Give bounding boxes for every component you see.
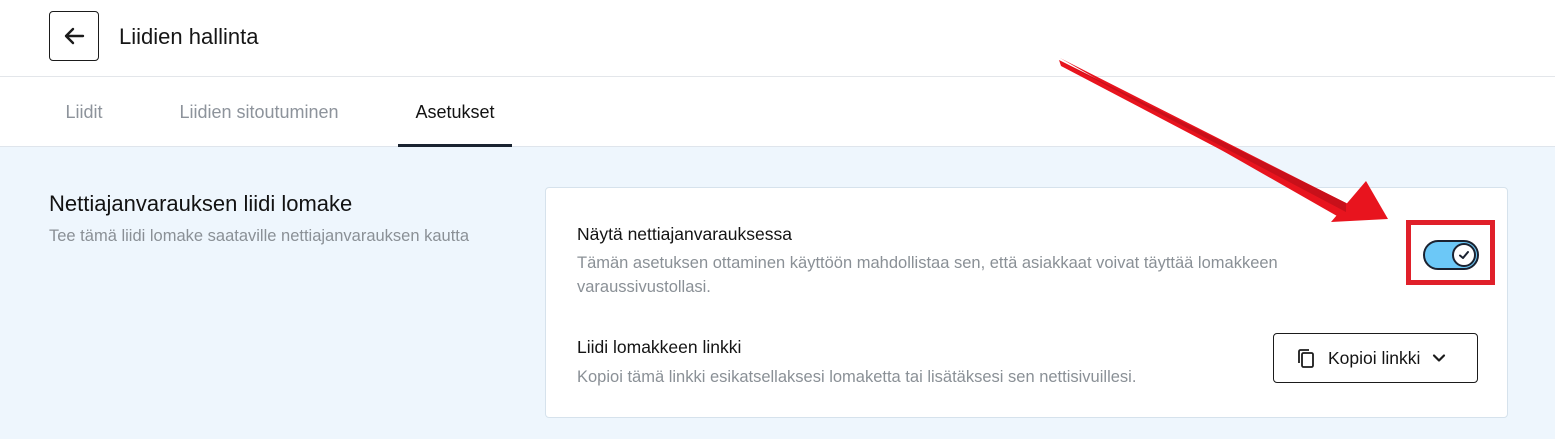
section-title: Nettiajanvarauksen liidi lomake [49,191,353,216]
form-link-title: Liidi lomakkeen linkki [577,337,742,357]
copy-icon [1298,349,1314,368]
section-description: Tee tämä liidi lomake saataville nettiaj… [49,227,470,245]
arrow-left-icon [64,27,85,45]
tab-asetukset[interactable]: Asetukset [398,77,512,147]
copy-link-label: Kopioi linkki [1328,347,1421,368]
settings-content: Nettiajanvarauksen liidi lomake Tee tämä… [0,147,1555,439]
show-in-booking-title: Näytä nettiajanvarauksessa [577,224,792,244]
show-in-booking-description: Tämän asetuksen ottaminen käyttöön mahdo… [577,254,1278,296]
settings-card: Näytä nettiajanvarauksessa Tämän asetuks… [545,187,1508,418]
tab-liidien-sitoutuminen[interactable]: Liidien sitoutuminen [166,77,352,147]
back-button[interactable] [49,11,99,61]
tab-bar: Liidit Liidien sitoutuminen Asetukset [0,77,1555,147]
chevron-down-icon[interactable] [1432,353,1446,363]
tab-liidit[interactable]: Liidit [49,77,119,147]
top-bar: Liidien hallinta [0,0,1555,77]
annotation-highlight-box [1406,220,1495,285]
form-link-description: Kopioi tämä linkki esikatsellaksesi loma… [577,368,1137,386]
page-title: Liidien hallinta [119,24,259,49]
copy-link-button[interactable]: Kopioi linkki [1273,333,1478,383]
